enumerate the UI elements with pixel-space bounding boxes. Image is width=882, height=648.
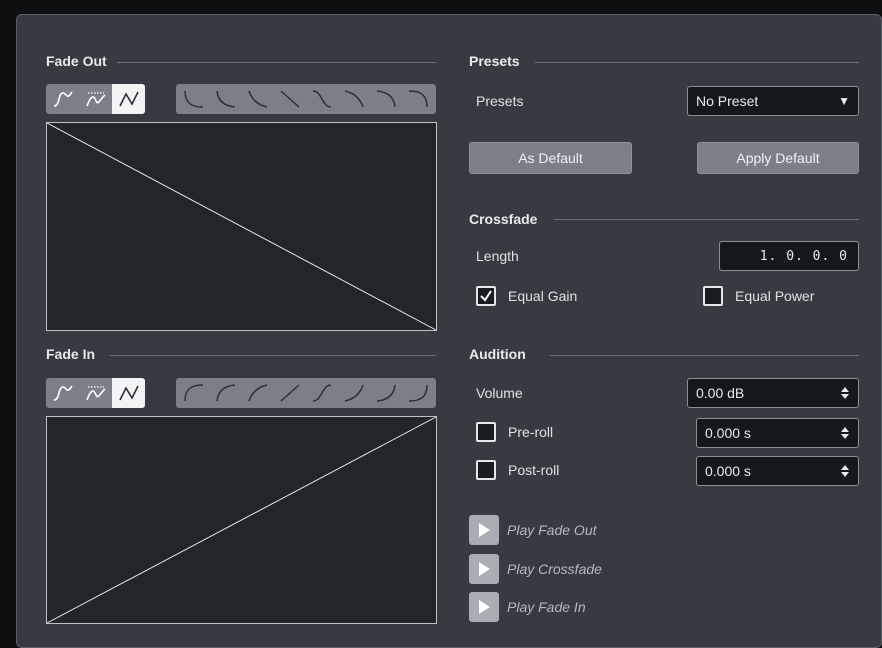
- audition-divider: [550, 355, 859, 356]
- convex-icon[interactable]: [210, 378, 242, 408]
- dialog-frame: Fade Out Fade In Presets Presets No Pres…: [0, 0, 882, 648]
- equal-gain-label: Equal Gain: [508, 288, 578, 304]
- audition-title: Audition: [469, 346, 526, 362]
- crossfade-divider: [554, 219, 859, 220]
- damped-spline-curve-icon[interactable]: [79, 378, 112, 408]
- preset-dropdown[interactable]: No Preset ▼: [687, 86, 859, 116]
- play-fade-out-row[interactable]: Play Fade Out: [469, 515, 597, 545]
- linear-down-icon[interactable]: [274, 84, 306, 114]
- crossfade-title: Crossfade: [469, 211, 538, 227]
- play-crossfade-row[interactable]: Play Crossfade: [469, 554, 602, 584]
- equal-power-option[interactable]: Equal Power: [703, 286, 814, 306]
- length-field[interactable]: 1. 0. 0. 0: [719, 241, 859, 271]
- play-crossfade-label: Play Crossfade: [507, 561, 602, 577]
- fade-out-title: Fade Out: [46, 53, 107, 69]
- volume-label: Volume: [476, 385, 523, 401]
- concave-icon[interactable]: [338, 378, 370, 408]
- convex-icon[interactable]: [338, 84, 370, 114]
- fade-in-title: Fade In: [46, 346, 96, 362]
- spin-arrows-icon: [841, 465, 849, 477]
- convex-icon[interactable]: [242, 378, 274, 408]
- apply-default-button[interactable]: Apply Default: [697, 142, 859, 174]
- postroll-checkbox[interactable]: [476, 460, 496, 480]
- equal-power-checkbox[interactable]: [703, 286, 723, 306]
- spin-arrows-icon: [841, 427, 849, 439]
- play-fade-out-label: Play Fade Out: [507, 522, 597, 538]
- presets-label: Presets: [476, 93, 524, 109]
- fade-in-curve-line: [47, 417, 436, 623]
- preroll-option[interactable]: Pre-roll: [476, 422, 553, 442]
- concave-icon[interactable]: [210, 84, 242, 114]
- linear-curve-icon[interactable]: [112, 84, 145, 114]
- fade-in-curve-type-group: [46, 378, 145, 408]
- fade-out-divider: [117, 62, 436, 63]
- s-curve-icon[interactable]: [306, 84, 338, 114]
- checkmark-icon: [480, 290, 492, 302]
- fade-in-divider: [110, 355, 436, 356]
- concave-icon[interactable]: [242, 84, 274, 114]
- s-curve-icon[interactable]: [306, 378, 338, 408]
- equal-power-label: Equal Power: [735, 288, 815, 304]
- play-icon: [479, 523, 490, 537]
- play-crossfade-button[interactable]: [469, 554, 499, 584]
- presets-divider: [535, 62, 859, 63]
- fade-out-curve-type-group: [46, 84, 145, 114]
- presets-title: Presets: [469, 53, 520, 69]
- preset-dropdown-value: No Preset: [696, 93, 759, 109]
- concave-icon[interactable]: [370, 378, 402, 408]
- preroll-label: Pre-roll: [508, 424, 554, 440]
- volume-spinbox[interactable]: 0.00 dB: [687, 378, 859, 408]
- damped-spline-curve-icon[interactable]: [79, 84, 112, 114]
- concave-icon[interactable]: [178, 84, 210, 114]
- postroll-option[interactable]: Post-roll: [476, 460, 559, 480]
- fade-in-curve-graph[interactable]: [46, 416, 437, 624]
- spin-arrows-icon: [841, 387, 849, 399]
- as-default-button[interactable]: As Default: [469, 142, 632, 174]
- concave-icon[interactable]: [402, 378, 434, 408]
- play-fade-in-label: Play Fade In: [507, 599, 586, 615]
- equal-gain-checkbox[interactable]: [476, 286, 496, 306]
- convex-icon[interactable]: [370, 84, 402, 114]
- play-icon: [479, 600, 490, 614]
- volume-value: 0.00 dB: [696, 385, 745, 401]
- spline-curve-icon[interactable]: [46, 84, 79, 114]
- preroll-value: 0.000 s: [705, 425, 751, 441]
- equal-gain-option[interactable]: Equal Gain: [476, 286, 577, 306]
- postroll-label: Post-roll: [508, 462, 560, 478]
- convex-icon[interactable]: [178, 378, 210, 408]
- dropdown-arrow-icon: ▼: [838, 94, 850, 108]
- play-fade-out-button[interactable]: [469, 515, 499, 545]
- postroll-spinbox[interactable]: 0.000 s: [696, 456, 859, 486]
- play-fade-in-row[interactable]: Play Fade In: [469, 592, 586, 622]
- fade-out-curve-line: [47, 123, 436, 330]
- play-icon: [479, 562, 490, 576]
- crossfade-editor-panel: Fade Out Fade In Presets Presets No Pres…: [16, 14, 882, 648]
- fade-in-shape-presets: [176, 378, 436, 408]
- fade-out-shape-presets: [176, 84, 436, 114]
- postroll-value: 0.000 s: [705, 463, 751, 479]
- spline-curve-icon[interactable]: [46, 378, 79, 408]
- length-label: Length: [476, 248, 519, 264]
- preroll-spinbox[interactable]: 0.000 s: [696, 418, 859, 448]
- preroll-checkbox[interactable]: [476, 422, 496, 442]
- play-fade-in-button[interactable]: [469, 592, 499, 622]
- convex-icon[interactable]: [402, 84, 434, 114]
- linear-up-icon[interactable]: [274, 378, 306, 408]
- linear-curve-icon[interactable]: [112, 378, 145, 408]
- fade-out-curve-graph[interactable]: [46, 122, 437, 331]
